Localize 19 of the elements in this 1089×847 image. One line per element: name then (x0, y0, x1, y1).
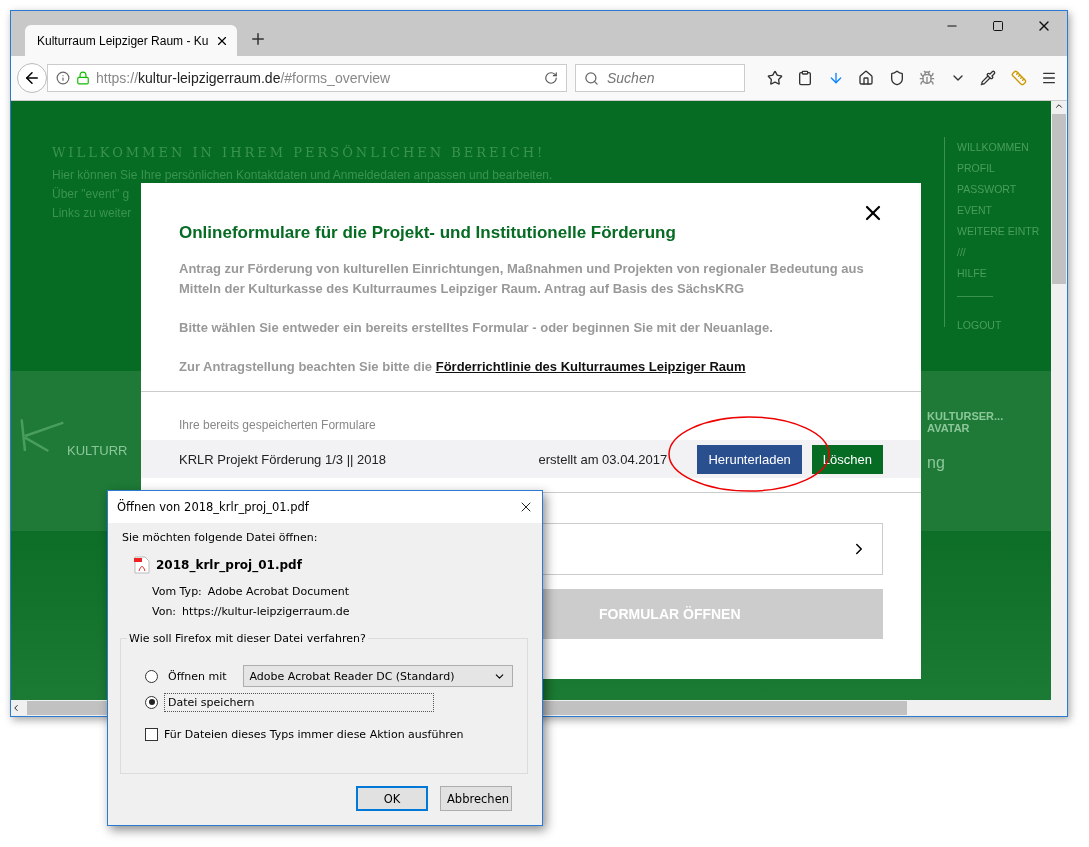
source-label: Von: (152, 604, 177, 620)
dialog-prompt: Sie möchten folgende Datei öffnen: (122, 531, 319, 544)
modal-title: Onlineformulare für die Projekt- und Institutionelle Förderung (179, 223, 677, 243)
logo-text: KULTURR (67, 443, 128, 458)
modal-text: Zur Antragstellung beachten Sie bitte die Förderrichtlinie des Kulturraumes Leipziger Raum (179, 358, 747, 376)
form-date: erstellt am 03.04.2017 (538, 451, 669, 467)
side-text: AVATAR (927, 422, 971, 434)
side-text: ng (927, 454, 946, 472)
form-name: KRLR Projekt Förderung 1/3 || 2018 (179, 451, 387, 467)
section-label: Ihre bereits gespeicherten Formulare (178, 418, 377, 434)
group-label: Wie soll Firefox mit dieser Datei verfahren? (128, 632, 367, 645)
modal-text: Bitte wählen Sie entweder ein bereits erstelltes Formular - oder beginnen Sie mit der Neuanlage. (179, 319, 774, 337)
file-name: 2018_krlr_proj_01.pdf (156, 558, 302, 572)
dialog-title: Öffnen von 2018_krlr_proj_01.pdf (117, 500, 309, 514)
side-text: KULTURSER... (927, 410, 1005, 422)
file-type: Adobe Acrobat Document (207, 584, 350, 600)
file-source: https://kultur-leipzigerraum.de (182, 604, 350, 620)
type-label: Vom Typ: (152, 584, 202, 600)
modal-text: Antrag zur Förderung von kulturellen Einrichtungen, Maßnahmen und Projekten von regionaler Bedeutung aus Mitteln der Kulturkasse des Kulturraumes Leipziger Raum. Antrag auf Basis des SächsKRG (179, 260, 865, 298)
